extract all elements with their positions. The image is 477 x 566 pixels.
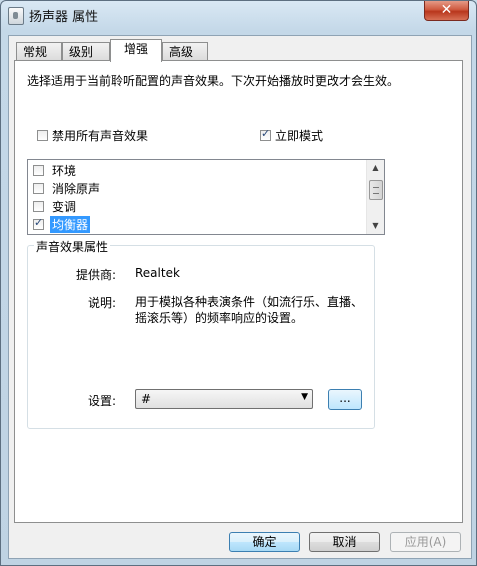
list-scrollbar[interactable]: ▲ ▼ bbox=[366, 160, 384, 234]
list-item[interactable]: 环境 bbox=[33, 161, 78, 179]
more-settings-button[interactable]: ... bbox=[328, 389, 362, 410]
effect-checkbox[interactable] bbox=[33, 164, 44, 176]
effect-label: 消除原声 bbox=[52, 181, 101, 196]
immediate-mode-option[interactable]: 立即模式 bbox=[260, 127, 323, 144]
group-title: 声音效果属性 bbox=[34, 238, 111, 255]
title-bar[interactable]: 扬声器 属性 ✕ bbox=[1, 1, 476, 29]
list-item[interactable]: 消除原声 bbox=[33, 179, 102, 197]
effect-label: 变调 bbox=[52, 199, 77, 214]
immediate-mode-checkbox[interactable] bbox=[260, 127, 271, 141]
description-label: 说明: bbox=[87, 296, 116, 310]
effect-checkbox[interactable] bbox=[33, 182, 44, 194]
scroll-thumb[interactable] bbox=[369, 180, 383, 200]
effect-label: 环境 bbox=[52, 163, 77, 178]
dialog-client-area: 常规 级别 增强 高级 选择适用于当前聆听配置的声音效果。下次开始播放时更改才会… bbox=[8, 35, 472, 559]
disable-all-effects-option[interactable]: 禁用所有声音效果 bbox=[37, 127, 148, 144]
cancel-button[interactable]: 取消 bbox=[309, 532, 380, 552]
scroll-up-icon[interactable]: ▲ bbox=[367, 160, 384, 176]
provider-value: Realtek bbox=[135, 266, 180, 280]
disable-all-checkbox[interactable] bbox=[37, 130, 48, 141]
effect-properties-group: 声音效果属性 提供商: Realtek 说明: 用于模拟各种表演条件（如流行乐、… bbox=[27, 238, 375, 429]
setting-label: 设置: bbox=[87, 394, 116, 408]
ok-button[interactable]: 确定 bbox=[229, 532, 300, 552]
setting-dropdown[interactable]: # ▼ bbox=[135, 389, 313, 409]
enhancements-panel: 选择适用于当前聆听配置的声音效果。下次开始播放时更改才会生效。 禁用所有声音效果… bbox=[14, 60, 463, 523]
effect-label: 均衡器 bbox=[50, 215, 91, 233]
intro-text: 选择适用于当前聆听配置的声音效果。下次开始播放时更改才会生效。 bbox=[27, 74, 400, 88]
close-button[interactable]: ✕ bbox=[424, 1, 469, 21]
effect-checkbox[interactable] bbox=[33, 200, 44, 212]
description-value: 用于模拟各种表演条件（如流行乐、直播、摇滚乐等）的频率响应的设置。 bbox=[135, 295, 364, 325]
tab-levels[interactable]: 级别 bbox=[62, 42, 110, 60]
disable-all-label: 禁用所有声音效果 bbox=[52, 129, 149, 143]
apply-button[interactable]: 应用(A) bbox=[390, 532, 461, 552]
scroll-down-icon[interactable]: ▼ bbox=[367, 218, 384, 234]
tab-enhancements[interactable]: 增强 bbox=[110, 39, 162, 62]
list-item[interactable]: 变调 bbox=[33, 197, 78, 215]
immediate-mode-label: 立即模式 bbox=[275, 129, 324, 143]
close-icon: ✕ bbox=[440, 2, 453, 18]
setting-value: # bbox=[141, 392, 152, 406]
speaker-icon bbox=[8, 7, 24, 25]
tab-advanced[interactable]: 高级 bbox=[162, 42, 208, 60]
effect-checkbox[interactable] bbox=[33, 216, 44, 230]
window-title: 扬声器 属性 bbox=[29, 10, 99, 25]
properties-window: 扬声器 属性 ✕ 常规 级别 增强 高级 选择适用于当前聆听配置的声音效果。下次… bbox=[0, 0, 477, 566]
list-item-selected[interactable]: 均衡器 bbox=[33, 215, 91, 233]
tab-general[interactable]: 常规 bbox=[16, 42, 62, 60]
chevron-down-icon: ▼ bbox=[301, 392, 308, 402]
effects-list[interactable]: 环境 消除原声 变调 均衡器 ▲ ▼ bbox=[27, 159, 385, 235]
tab-strip: 常规 级别 增强 高级 bbox=[14, 39, 464, 62]
provider-label: 提供商: bbox=[75, 268, 116, 282]
